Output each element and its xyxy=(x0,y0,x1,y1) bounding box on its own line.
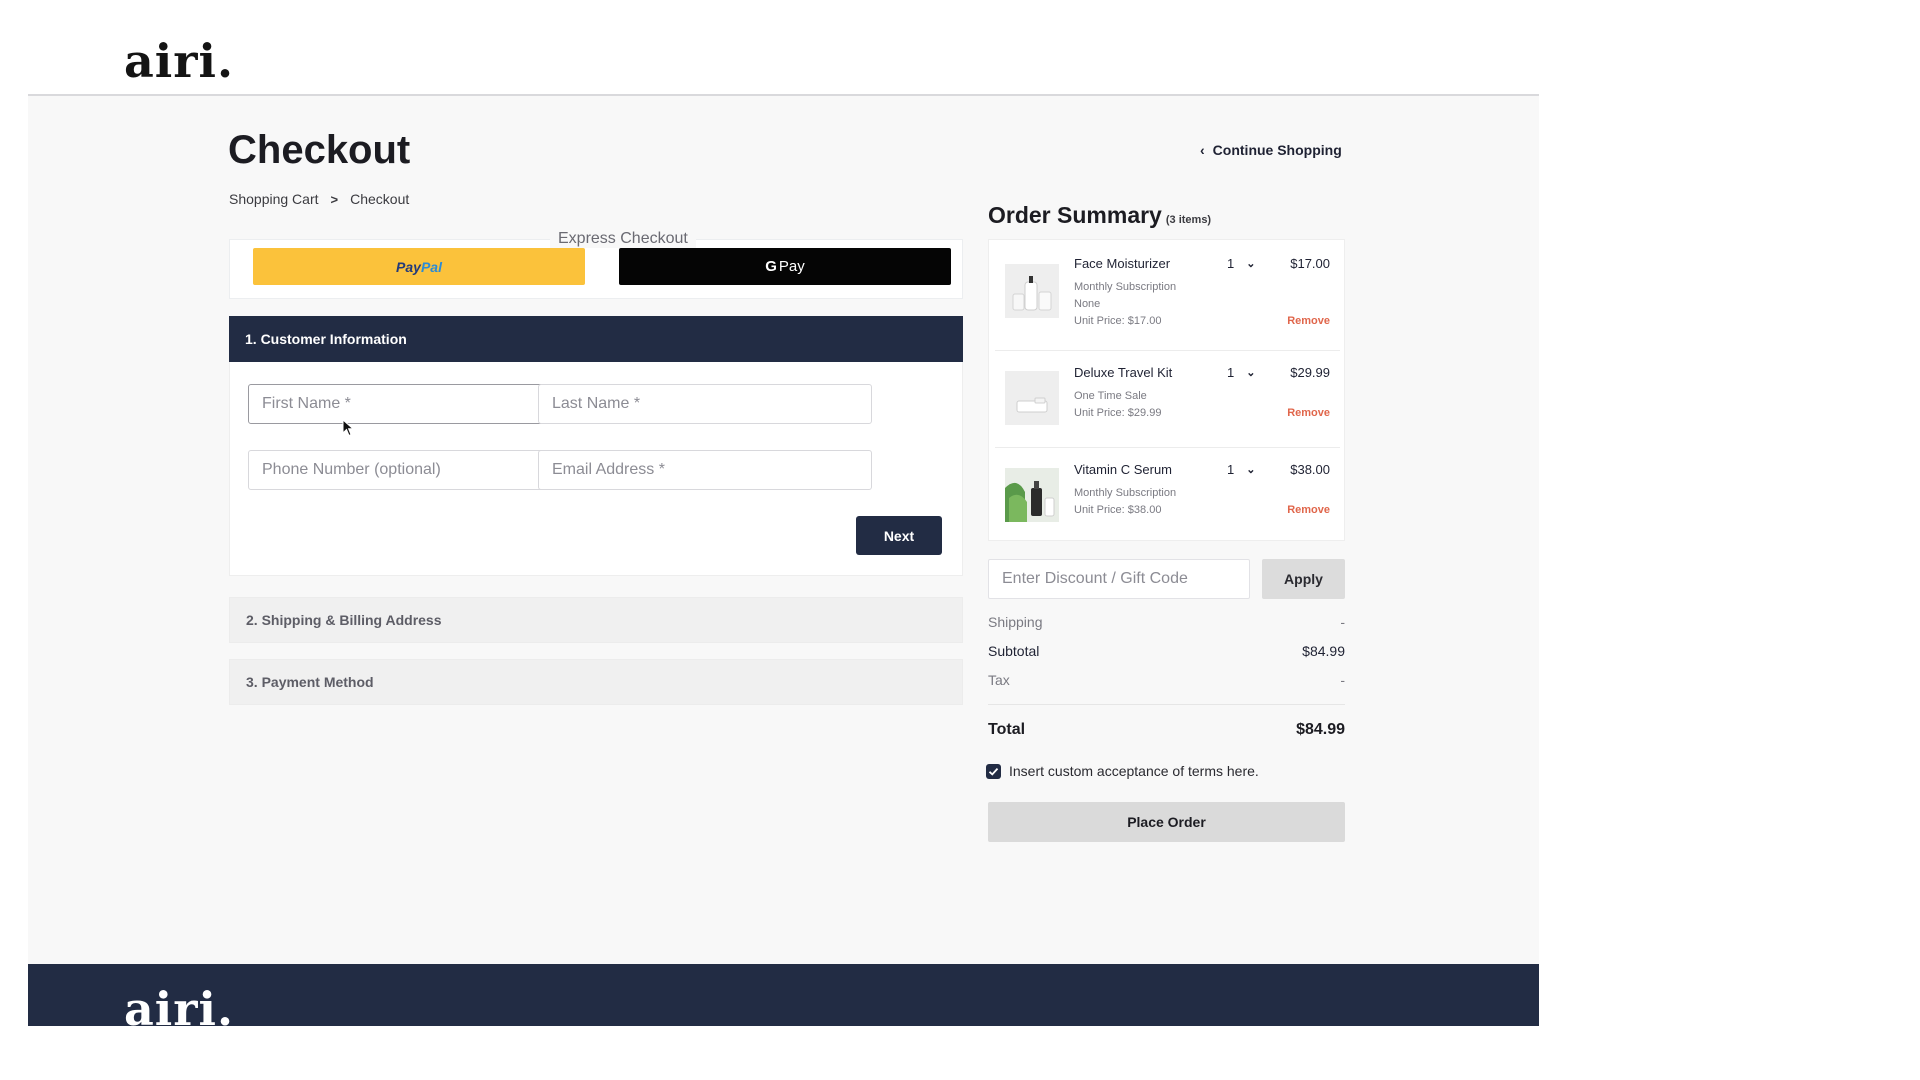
chevron-down-icon: ⌄ xyxy=(1246,258,1256,270)
remove-item-button[interactable]: Remove xyxy=(1287,315,1330,327)
paypal-button[interactable]: Pay Pal xyxy=(253,248,585,285)
checkmark-icon xyxy=(988,767,999,776)
vitamin-c-serum-thumbnail xyxy=(1005,468,1059,522)
tax-row: Tax - xyxy=(988,672,1345,688)
checkout-page: airi. Checkout ‹ Continue Shopping Shopp… xyxy=(0,0,1920,1080)
item-unit-price: Unit Price: $29.99 xyxy=(1074,407,1162,419)
brand-logo[interactable]: airi. xyxy=(124,34,234,88)
order-summary-items: Face Moisturizer Monthly Subscription No… xyxy=(988,239,1345,541)
totals-divider xyxy=(988,704,1345,705)
phone-input[interactable]: Phone Number (optional) xyxy=(248,450,582,490)
quantity-value: 1 xyxy=(1227,462,1235,477)
phone-placeholder: Phone Number (optional) xyxy=(262,461,441,478)
last-name-placeholder: Last Name * xyxy=(552,395,641,412)
email-input[interactable]: Email Address * xyxy=(538,450,872,490)
total-row: Total $84.99 xyxy=(988,721,1345,739)
google-g-icon: G xyxy=(765,258,777,275)
payment-method-section[interactable]: 3. Payment Method xyxy=(229,659,963,705)
site-footer: airi. xyxy=(28,964,1539,1026)
total-label: Total xyxy=(988,721,1026,738)
express-checkout: Express Checkout Pay Pal G Pay xyxy=(229,230,963,299)
continue-shopping-link[interactable]: ‹ Continue Shopping xyxy=(1200,142,1342,158)
order-summary-label: Order Summary xyxy=(988,202,1162,228)
breadcrumb-checkout: Checkout xyxy=(350,191,410,207)
first-name-input[interactable]: First Name * xyxy=(248,384,582,437)
top-header: airi. xyxy=(28,0,1539,96)
list-item: Deluxe Travel Kit One Time Sale Unit Pri… xyxy=(989,351,1346,447)
item-name: Deluxe Travel Kit xyxy=(1074,365,1173,380)
shipping-row: Shipping - xyxy=(988,614,1345,630)
quantity-value: 1 xyxy=(1227,256,1235,271)
chevron-right-icon: > xyxy=(330,191,339,207)
customer-info-form: First Name * Last Name * Phone Number (o… xyxy=(229,362,963,576)
subtotal-label: Subtotal xyxy=(988,643,1040,659)
subtotal-row: Subtotal $84.99 xyxy=(988,643,1345,659)
terms-acceptance: Insert custom acceptance of terms here. xyxy=(986,763,1259,779)
item-unit-price: Unit Price: $38.00 xyxy=(1074,504,1162,516)
apply-discount-button[interactable]: Apply xyxy=(1262,559,1345,599)
item-price: $17.00 xyxy=(1290,256,1330,271)
tax-label: Tax xyxy=(988,672,1010,688)
breadcrumb: Shopping Cart > Checkout xyxy=(229,191,409,207)
shipping-label: Shipping xyxy=(988,614,1043,630)
item-plan: Monthly Subscription xyxy=(1074,487,1177,499)
paypal-logo-pay: Pay xyxy=(396,258,421,275)
chevron-down-icon: ⌄ xyxy=(1246,464,1256,476)
total-value: $84.99 xyxy=(1296,721,1345,738)
discount-code-placeholder: Enter Discount / Gift Code xyxy=(1002,570,1188,587)
discount-code-input[interactable]: Enter Discount / Gift Code xyxy=(988,559,1250,599)
remove-item-button[interactable]: Remove xyxy=(1287,407,1330,419)
quantity-select[interactable]: 1 ⌄ xyxy=(1227,365,1255,380)
terms-text: Insert custom acceptance of terms here. xyxy=(1009,763,1259,779)
item-name: Vitamin C Serum xyxy=(1074,462,1173,477)
express-checkout-label: Express Checkout xyxy=(550,230,696,248)
google-pay-label: Pay xyxy=(778,258,805,275)
google-pay-button[interactable]: G Pay xyxy=(619,248,951,285)
order-summary-title: Order Summary (3 items) xyxy=(988,202,1211,229)
face-moisturizer-thumbnail xyxy=(1005,264,1059,318)
list-item: Vitamin C Serum Monthly Subscription Uni… xyxy=(989,448,1346,542)
item-plan: One Time Sale xyxy=(1074,390,1147,402)
item-name: Face Moisturizer xyxy=(1074,256,1171,271)
last-name-input[interactable]: Last Name * xyxy=(538,384,872,424)
item-price: $29.99 xyxy=(1290,365,1330,380)
tax-value: - xyxy=(1340,672,1345,688)
item-unit-price: Unit Price: $17.00 xyxy=(1074,315,1162,327)
next-button[interactable]: Next xyxy=(856,516,942,555)
quantity-select[interactable]: 1 ⌄ xyxy=(1227,462,1255,477)
customer-info-header[interactable]: 1. Customer Information xyxy=(229,316,963,362)
terms-checkbox[interactable] xyxy=(986,763,1001,779)
quantity-select[interactable]: 1 ⌄ xyxy=(1227,256,1255,271)
list-item: Face Moisturizer Monthly Subscription No… xyxy=(989,240,1346,350)
page-title: Checkout xyxy=(228,128,411,172)
email-placeholder: Email Address * xyxy=(552,461,665,478)
breadcrumb-shopping-cart[interactable]: Shopping Cart xyxy=(229,191,319,207)
item-count: (3 items) xyxy=(1165,214,1212,226)
continue-shopping-label: Continue Shopping xyxy=(1212,142,1342,158)
item-plan: Monthly Subscription xyxy=(1074,281,1177,293)
item-price: $38.00 xyxy=(1290,462,1330,477)
main-area: Checkout ‹ Continue Shopping Shopping Ca… xyxy=(28,96,1539,964)
chevron-down-icon: ⌄ xyxy=(1246,367,1256,379)
shipping-billing-section[interactable]: 2. Shipping & Billing Address xyxy=(229,597,963,643)
item-option: None xyxy=(1074,298,1101,310)
quantity-value: 1 xyxy=(1227,365,1235,380)
place-order-button[interactable]: Place Order xyxy=(988,802,1345,842)
subtotal-value: $84.99 xyxy=(1302,643,1345,659)
paypal-logo-pal: Pal xyxy=(420,258,442,275)
deluxe-travel-kit-thumbnail xyxy=(1005,371,1059,425)
shipping-value: - xyxy=(1340,614,1345,630)
footer-brand-logo[interactable]: airi. xyxy=(124,982,234,1026)
remove-item-button[interactable]: Remove xyxy=(1287,504,1330,516)
mouse-cursor-icon xyxy=(342,419,354,437)
first-name-placeholder: First Name * xyxy=(262,395,351,412)
chevron-left-icon: ‹ xyxy=(1200,142,1205,158)
